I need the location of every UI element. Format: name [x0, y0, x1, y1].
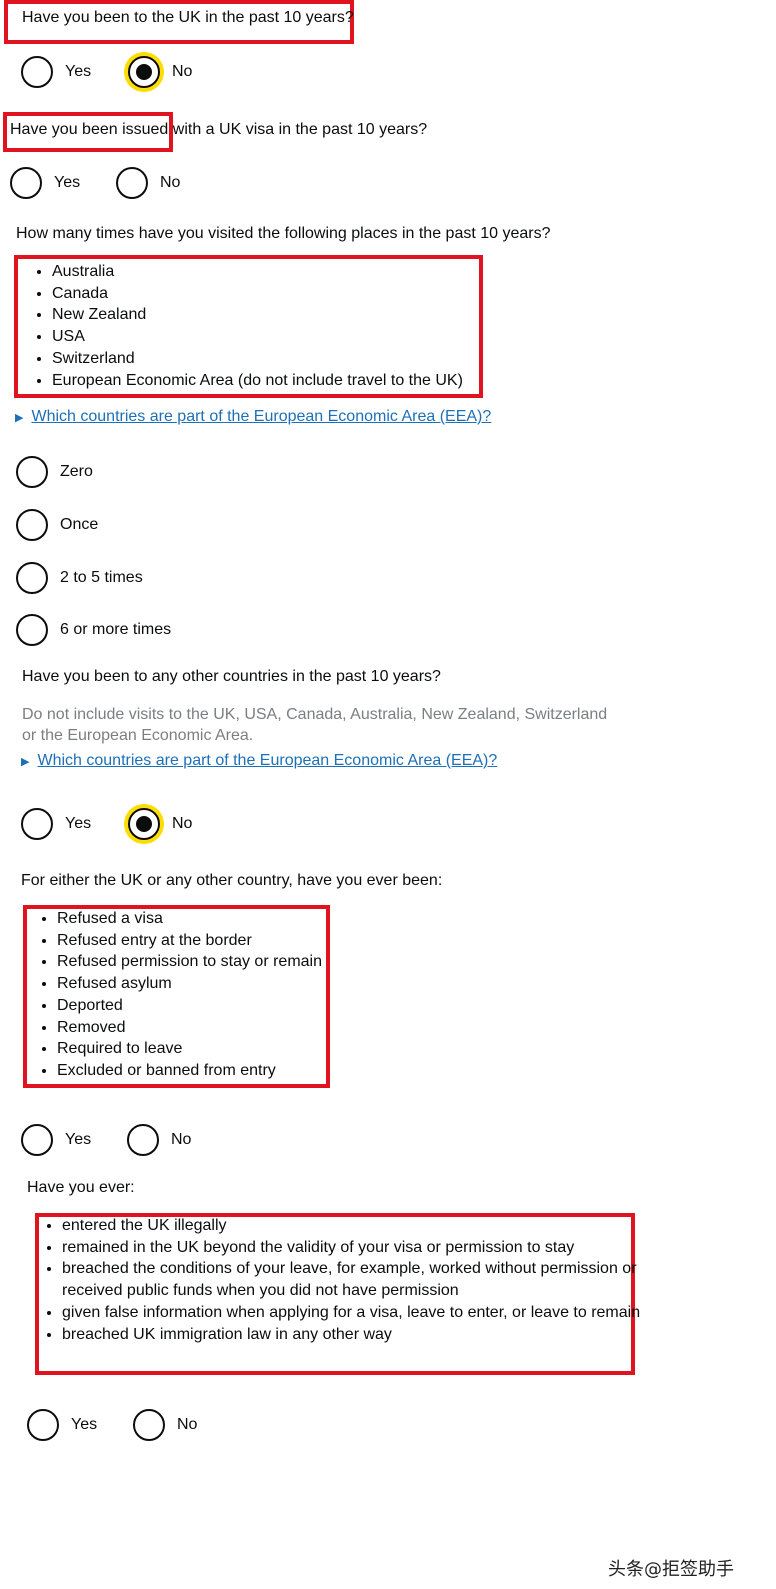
- radio-q3-6plus[interactable]: 6 or more times: [16, 612, 171, 648]
- radio-label: Yes: [65, 815, 92, 832]
- list-item: entered the UK illegally: [62, 1215, 652, 1237]
- list-item: European Economic Area (do not include t…: [52, 370, 463, 392]
- list-item: given false information when applying fo…: [62, 1302, 652, 1324]
- list-item: Refused a visa: [57, 908, 322, 930]
- question-other-countries: Have you been to any other countries in …: [22, 668, 441, 685]
- list-item: USA: [52, 326, 463, 348]
- radio-q6-no[interactable]: No: [133, 1407, 197, 1443]
- radio-label: Zero: [60, 463, 93, 480]
- radio-q1-yes[interactable]: Yes: [21, 54, 91, 90]
- eea-details-link[interactable]: Which countries are part of the European…: [37, 752, 497, 770]
- list-item: Refused asylum: [57, 973, 322, 995]
- question-visit-count: How many times have you visited the foll…: [16, 225, 551, 242]
- radio-circle[interactable]: [16, 509, 48, 541]
- radio-circle[interactable]: [21, 1124, 53, 1156]
- question-refused: For either the UK or any other country, …: [21, 872, 443, 889]
- triangle-right-icon: ▶: [21, 755, 30, 768]
- hint-line-2: or the European Economic Area.: [22, 727, 254, 744]
- breach-list: entered the UK illegally remained in the…: [40, 1215, 652, 1345]
- question-uk-visa-issued: Have you been issued with a UK visa in t…: [10, 121, 428, 138]
- radio-label: Yes: [54, 174, 81, 191]
- list-item: Deported: [57, 995, 322, 1017]
- radio-label: No: [172, 63, 193, 80]
- radio-label: Yes: [65, 63, 92, 80]
- radio-label: No: [160, 174, 181, 191]
- radio-label: No: [172, 815, 193, 832]
- refusal-list: Refused a visa Refused entry at the bord…: [35, 908, 322, 1082]
- list-item: New Zealand: [52, 304, 463, 326]
- radio-q2-no[interactable]: No: [116, 165, 180, 201]
- radio-circle[interactable]: [16, 614, 48, 646]
- radio-q1-no[interactable]: No: [128, 54, 192, 90]
- list-item: Removed: [57, 1017, 322, 1039]
- radio-q4-yes[interactable]: Yes: [21, 806, 91, 842]
- radio-q3-zero[interactable]: Zero: [16, 454, 93, 490]
- radio-circle-selected[interactable]: [128, 808, 160, 840]
- radio-circle[interactable]: [116, 167, 148, 199]
- list-item: Switzerland: [52, 348, 463, 370]
- list-item: breached UK immigration law in any other…: [62, 1324, 652, 1346]
- radio-q4-no[interactable]: No: [128, 806, 192, 842]
- list-item: Refused entry at the border: [57, 930, 322, 952]
- radio-q3-once[interactable]: Once: [16, 507, 98, 543]
- radio-label: 2 to 5 times: [60, 569, 143, 586]
- radio-label: Yes: [65, 1131, 92, 1148]
- radio-circle[interactable]: [133, 1409, 165, 1441]
- radio-label: No: [177, 1416, 198, 1433]
- radio-circle[interactable]: [127, 1124, 159, 1156]
- hint-line-1: Do not include visits to the UK, USA, Ca…: [22, 706, 608, 723]
- watermark: 头条@拒签助手: [608, 1559, 734, 1580]
- question-have-you-ever: Have you ever:: [27, 1179, 135, 1196]
- radio-q6-yes[interactable]: Yes: [27, 1407, 97, 1443]
- radio-q2-yes[interactable]: Yes: [10, 165, 80, 201]
- list-item: Australia: [52, 261, 463, 283]
- eea-details-toggle-2[interactable]: ▶ Which countries are part of the Europe…: [21, 752, 497, 770]
- radio-circle[interactable]: [27, 1409, 59, 1441]
- radio-q5-yes[interactable]: Yes: [21, 1122, 91, 1158]
- radio-circle[interactable]: [16, 562, 48, 594]
- radio-circle[interactable]: [21, 56, 53, 88]
- triangle-right-icon: ▶: [15, 411, 24, 424]
- radio-circle[interactable]: [10, 167, 42, 199]
- radio-q3-2to5[interactable]: 2 to 5 times: [16, 560, 143, 596]
- radio-circle-selected[interactable]: [128, 56, 160, 88]
- radio-label: No: [171, 1131, 192, 1148]
- list-item: breached the conditions of your leave, f…: [62, 1258, 652, 1301]
- list-item: remained in the UK beyond the validity o…: [62, 1237, 652, 1259]
- list-item: Canada: [52, 283, 463, 305]
- radio-label: Yes: [71, 1416, 98, 1433]
- places-list: Australia Canada New Zealand USA Switzer…: [30, 261, 463, 391]
- list-item: Refused permission to stay or remain: [57, 951, 322, 973]
- list-item: Required to leave: [57, 1038, 322, 1060]
- eea-details-toggle-1[interactable]: ▶ Which countries are part of the Europe…: [15, 408, 491, 426]
- radio-circle[interactable]: [21, 808, 53, 840]
- list-item: Excluded or banned from entry: [57, 1060, 322, 1082]
- question-uk-visit: Have you been to the UK in the past 10 y…: [22, 9, 354, 26]
- radio-label: 6 or more times: [60, 621, 172, 638]
- radio-circle[interactable]: [16, 456, 48, 488]
- radio-label: Once: [60, 516, 99, 533]
- radio-q5-no[interactable]: No: [127, 1122, 191, 1158]
- eea-details-link[interactable]: Which countries are part of the European…: [31, 408, 491, 426]
